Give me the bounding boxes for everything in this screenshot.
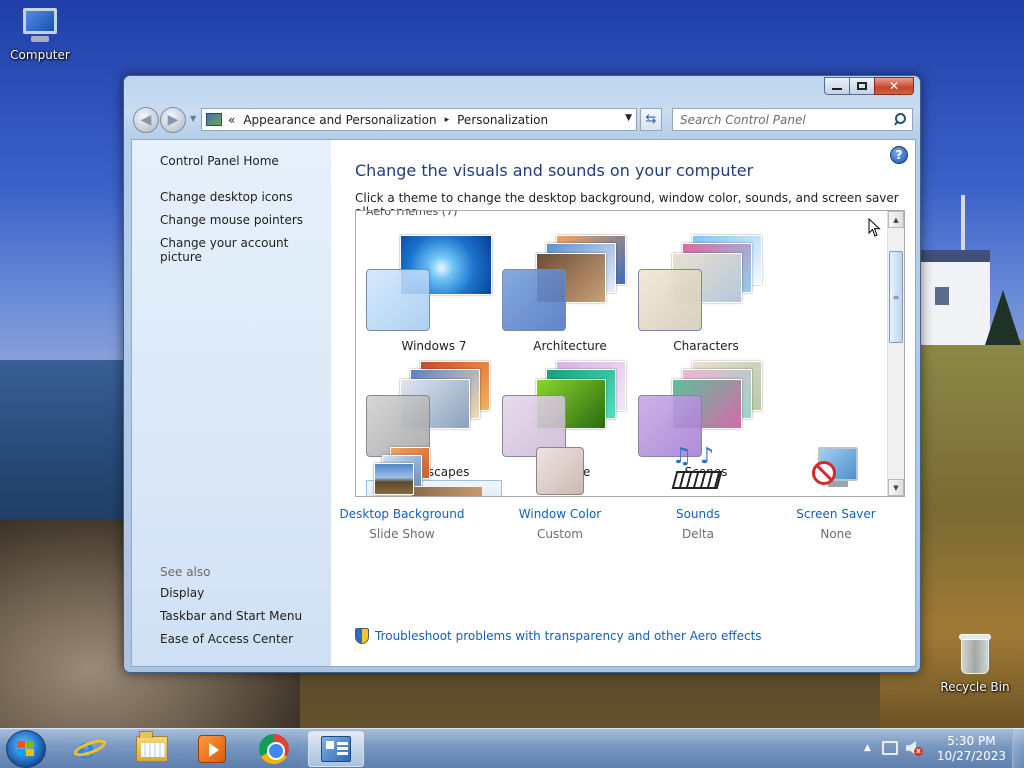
taskbar-start-menu-link[interactable]: Taskbar and Start Menu: [160, 609, 302, 623]
start-button[interactable]: [6, 730, 46, 768]
search-box[interactable]: [672, 108, 913, 131]
window-color-swatch: [638, 269, 702, 331]
network-icon[interactable]: [882, 741, 898, 755]
change-mouse-pointers-link[interactable]: Change mouse pointers: [160, 213, 303, 227]
shield-icon: [355, 628, 369, 644]
system-tray: ▲ x 5:30 PM 10/27/2023: [854, 729, 1024, 768]
desktop-icon-label: Computer: [10, 48, 70, 62]
media-player-icon: [198, 735, 226, 763]
address-bar[interactable]: « Appearance and Personalization ▸ Perso…: [201, 108, 637, 131]
window-color-icon: [530, 445, 590, 497]
setting-value: Delta: [681, 527, 714, 541]
back-arrow-icon: ◀: [140, 112, 152, 128]
chrome-icon: [259, 734, 289, 764]
control-panel-home-link[interactable]: Control Panel Home: [160, 154, 279, 168]
see-also-label: See also: [160, 565, 211, 579]
clock-date: 10/27/2023: [936, 749, 1006, 763]
setting-value: None: [820, 527, 852, 541]
taskbar-file-explorer[interactable]: [124, 731, 180, 767]
display-link[interactable]: Display: [160, 586, 204, 600]
navigation-bar: ◀ ▶ ▼ « Appearance and Personalization ▸…: [131, 106, 913, 134]
refresh-button[interactable]: ⇆: [640, 108, 662, 131]
personalization-window: ✕ ◀ ▶ ▼ « Appearance and Personalization…: [123, 75, 921, 673]
change-account-picture-link[interactable]: Change your account picture: [160, 236, 331, 264]
theme-windows-7[interactable]: Windows 7: [366, 225, 502, 353]
close-button[interactable]: ✕: [874, 77, 914, 95]
close-icon: ✕: [888, 79, 900, 93]
content-area: Control Panel Home Change desktop icons …: [131, 139, 916, 667]
desktop-background-setting[interactable]: Desktop Background Slide Show: [337, 445, 467, 545]
maximize-button[interactable]: [849, 77, 875, 95]
clock[interactable]: 5:30 PM 10/27/2023: [937, 734, 1006, 764]
clock-time: 5:30 PM: [947, 734, 996, 748]
theme-characters[interactable]: Characters: [638, 225, 774, 353]
caption-buttons: ✕: [824, 77, 914, 95]
window-color-swatch: [502, 269, 566, 331]
breadcrumb-personalization[interactable]: Personalization: [457, 113, 548, 127]
back-button[interactable]: ◀: [133, 107, 159, 133]
sounds-icon: ♫ ♪: [668, 445, 728, 497]
desktop-icon-label: Recycle Bin: [940, 680, 1010, 694]
forward-arrow-icon: ▶: [167, 112, 179, 128]
setting-value: Custom: [537, 527, 583, 541]
ease-of-access-link[interactable]: Ease of Access Center: [160, 632, 293, 646]
forward-button[interactable]: ▶: [160, 107, 186, 133]
desktop-background-icon: [372, 445, 432, 497]
troubleshoot-label[interactable]: Troubleshoot problems with transparency …: [375, 629, 762, 643]
address-dropdown-icon[interactable]: ▼: [625, 113, 632, 123]
taskbar: e ▲ x 5:30 PM 10/27/2023: [0, 728, 1024, 768]
refresh-icon: ⇆: [645, 112, 657, 127]
minimize-icon: [832, 88, 842, 90]
control-panel-icon: [321, 736, 351, 762]
window-color-setting[interactable]: Window Color Custom: [495, 445, 625, 545]
show-desktop-button[interactable]: [1012, 729, 1024, 768]
desktop-icon-computer[interactable]: Computer: [0, 8, 80, 62]
show-hidden-icons-icon[interactable]: ▲: [864, 743, 871, 753]
breadcrumb-appearance[interactable]: Appearance and Personalization: [243, 113, 436, 127]
screen-saver-icon: [806, 445, 866, 497]
search-icon[interactable]: [894, 113, 906, 125]
address-overflow-chevron[interactable]: «: [228, 113, 235, 127]
troubleshoot-link[interactable]: Troubleshoot problems with transparency …: [355, 628, 762, 644]
setting-label[interactable]: Sounds: [633, 507, 763, 521]
breadcrumb-separator-icon[interactable]: ▸: [445, 115, 450, 125]
control-panel-icon: [206, 113, 222, 126]
setting-value: Slide Show: [369, 527, 435, 541]
scroll-up-button[interactable]: ▲: [888, 211, 904, 228]
recent-pages-dropdown[interactable]: ▼: [190, 114, 196, 123]
left-pane: Control Panel Home Change desktop icons …: [132, 140, 331, 666]
window-color-swatch: [366, 269, 430, 331]
help-icon[interactable]: ?: [890, 146, 908, 164]
taskbar-chrome[interactable]: [246, 731, 302, 767]
house-scenery: [920, 250, 990, 345]
windows-logo-icon: [17, 741, 35, 757]
screen-saver-setting[interactable]: Screen Saver None: [771, 445, 901, 545]
internet-explorer-icon: e: [71, 734, 109, 764]
setting-label[interactable]: Screen Saver: [771, 507, 901, 521]
sounds-setting[interactable]: ♫ ♪ Sounds Delta: [633, 445, 763, 545]
file-explorer-icon: [136, 731, 168, 762]
muted-badge-icon: x: [914, 747, 923, 756]
minimize-button[interactable]: [824, 77, 850, 95]
theme-architecture[interactable]: Architecture: [502, 225, 638, 353]
main-pane: ? Change the visuals and sounds on your …: [331, 140, 915, 666]
nav-buttons: ◀ ▶ ▼: [131, 106, 196, 134]
page-title: Change the visuals and sounds on your co…: [355, 161, 754, 180]
recycle-bin-icon: [957, 632, 993, 676]
search-input[interactable]: [680, 112, 880, 127]
computer-icon: [19, 8, 61, 44]
scroll-thumb[interactable]: ≡: [889, 251, 903, 343]
desktop-icon-recycle-bin[interactable]: Recycle Bin: [935, 632, 1015, 694]
aero-themes-group-label: Aero Themes (7): [366, 210, 458, 218]
taskbar-media-player[interactable]: [184, 731, 240, 767]
tree-scenery: [985, 290, 1021, 345]
change-desktop-icons-link[interactable]: Change desktop icons: [160, 190, 293, 204]
setting-label[interactable]: Window Color: [495, 507, 625, 521]
taskbar-control-panel[interactable]: [308, 731, 364, 767]
taskbar-internet-explorer[interactable]: e: [62, 731, 118, 767]
maximize-icon: [857, 82, 867, 90]
setting-label[interactable]: Desktop Background: [337, 507, 467, 521]
